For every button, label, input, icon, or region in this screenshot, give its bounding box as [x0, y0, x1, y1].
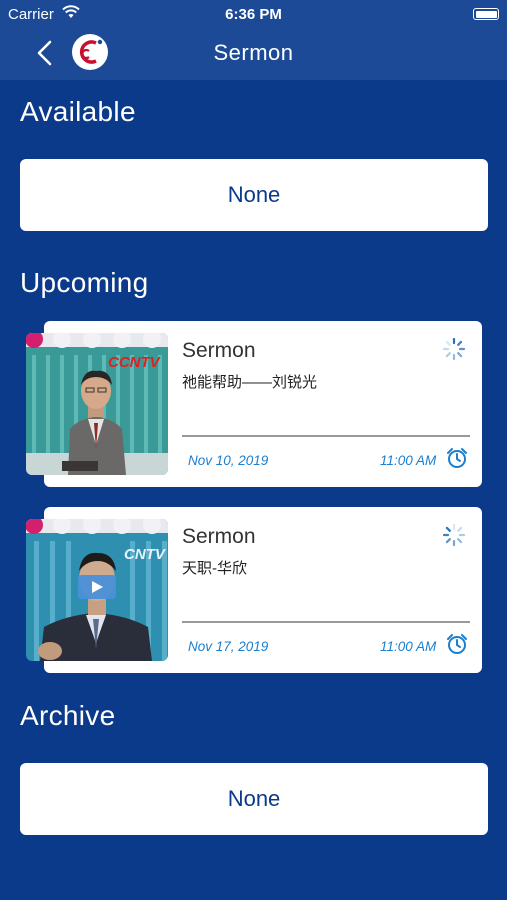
- sermon-title: Sermon: [182, 339, 256, 362]
- sermon-date: Nov 17, 2019: [188, 639, 269, 654]
- sermon-thumbnail[interactable]: CNTV: [26, 519, 168, 661]
- alarm-clock-icon[interactable]: [446, 633, 468, 655]
- sermon-time: 11:00 AM: [380, 639, 437, 654]
- alarm-clock-icon[interactable]: [446, 447, 468, 469]
- section-title-available: Available: [20, 96, 136, 127]
- card-divider: [182, 621, 470, 623]
- sermon-card[interactable]: CCNTV Sermon 祂能帮助——刘锐光 Nov 10, 2019 11:0…: [26, 321, 482, 487]
- card-divider: [182, 435, 470, 437]
- page-title: Sermon: [213, 40, 294, 65]
- section-title-upcoming: Upcoming: [20, 267, 149, 298]
- channel-logo: CNTV: [124, 546, 167, 563]
- available-empty-card: None: [20, 159, 488, 231]
- sermon-card[interactable]: CNTV Sermon 天职-华欣 Nov 17, 2019 11:00 AM: [26, 507, 482, 673]
- status-time: 6:36 PM: [225, 6, 282, 23]
- navigation-bar: Sermon: [0, 28, 507, 80]
- battery-icon: [473, 8, 499, 20]
- sermon-title: Sermon: [182, 525, 256, 548]
- archive-empty-card: None: [20, 763, 488, 835]
- sermon-time: 11:00 AM: [380, 453, 437, 468]
- status-bar: Carrier 6:36 PM: [0, 0, 507, 28]
- loading-spinner-icon: [442, 523, 466, 547]
- sermon-subtitle: 天职-华欣: [182, 560, 247, 577]
- sermon-subtitle: 祂能帮助——刘锐光: [182, 374, 318, 391]
- channel-logo: CCNTV: [108, 354, 162, 371]
- sermon-thumbnail[interactable]: CCNTV: [26, 333, 168, 475]
- loading-spinner-icon: [442, 337, 466, 361]
- section-title-archive: Archive: [20, 700, 116, 731]
- sermon-date: Nov 10, 2019: [188, 453, 269, 468]
